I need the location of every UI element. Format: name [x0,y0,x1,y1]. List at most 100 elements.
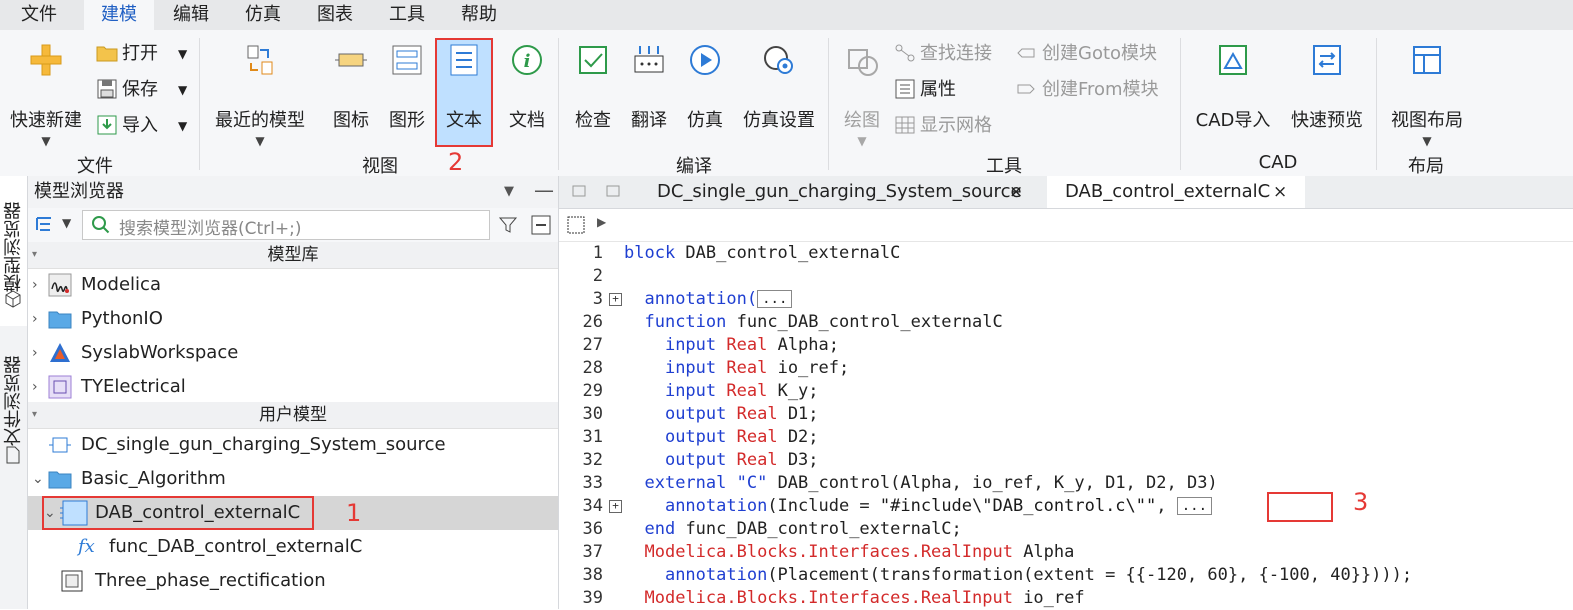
file-icon [6,446,20,464]
code-line: 34 + annotation(Include = "#include\"DAB_… [559,495,1573,518]
forward-icon[interactable] [605,184,621,200]
close-icon[interactable]: × [1009,176,1023,208]
chevron-down-icon[interactable]: ⌄ [32,462,44,496]
simulate-button[interactable]: 仿真 [680,42,730,152]
menu-modeling[interactable]: 建模 [84,0,154,30]
section-collapse-icon[interactable]: ▾ [32,402,37,428]
properties-icon [895,79,915,99]
section-collapse-icon[interactable]: ▾ [32,242,37,268]
menu-simulation[interactable]: 仿真 [232,0,294,30]
code-line: 31 output Real D2; [582,427,819,447]
expand-icon[interactable]: + [609,293,622,306]
tree-item-label: SyslabWorkspace [81,342,239,363]
group-cad-label: CAD [1258,152,1298,173]
tree-item-basic-algorithm[interactable]: ⌄ Basic_Algorithm [28,462,558,496]
tab-dc-single-gun[interactable]: DC_single_gun_charging_System_source × [639,176,1033,208]
show-grid-button[interactable]: 显示网格 [894,112,1014,140]
folder-icon [48,471,72,489]
code-line: 37 Modelica.Blocks.Interfaces.RealInput … [582,542,1075,562]
collapse-all-icon[interactable] [530,214,552,236]
breadcrumb: ▶ [559,209,1573,242]
section-model-library-label: 模型库 [267,245,319,265]
tree-item-label: PythonIO [81,308,163,329]
tree-item-syslabworkspace[interactable]: › SyslabWorkspace [28,336,558,370]
find-connection-button[interactable]: 查找连接 [894,40,1014,68]
view-layout-button[interactable]: 视图布局 ▼ [1384,42,1470,152]
properties-button[interactable]: 属性 [894,76,994,104]
code-line: 29 input Real K_y; [582,381,819,401]
check-button[interactable]: 检查 [568,42,618,152]
diagram-view-icon [392,45,422,75]
menu-help[interactable]: 帮助 [448,0,510,30]
recent-models-button[interactable]: 最近的模型 ▼ [210,42,310,152]
quick-preview-button[interactable]: 快速预览 [1284,42,1370,152]
tree-view-icon[interactable] [34,215,56,235]
tree-item-three-phase[interactable]: Three_phase_rectification [28,564,558,598]
menu-file[interactable]: 文件 [0,0,78,30]
side-tab-model-browser[interactable]: 模型浏览器 [0,192,27,292]
goto-icon [1017,48,1035,58]
expand-icon[interactable]: + [609,500,622,513]
side-tabs: 模型浏览器 文件浏览器 [0,176,28,609]
tab-dab-control[interactable]: DAB_control_externalC × [1047,176,1305,208]
menu-edit[interactable]: 编辑 [160,0,222,30]
sim-settings-button[interactable]: 仿真设置 [738,42,820,152]
tab-label: DC_single_gun_charging_System_source [657,181,1022,202]
code-line: 3 + annotation(... [559,288,1573,311]
chevron-down-icon[interactable]: ▼ [62,216,71,230]
open-button[interactable]: 打开 ▼ [96,40,196,68]
chevron-down-icon: ▼ [857,134,867,148]
tree-item-func-dab-control[interactable]: fx func_DAB_control_externalC [28,530,558,564]
svg-text:i: i [524,51,531,72]
gear-icon [764,46,793,74]
collapsed-annotation[interactable]: ... [757,290,793,308]
icon-view-button[interactable]: 图标 [326,42,376,152]
cad-import-button[interactable]: CAD导入 [1190,42,1276,152]
model-search-input[interactable]: 搜索模型浏览器(Ctrl+;) [82,210,490,240]
tree-item-modelica[interactable]: › Modelica [28,268,558,302]
back-icon[interactable] [571,184,587,200]
package-icon [61,570,83,592]
chevron-right-icon[interactable]: › [32,370,38,404]
tree-item-pythonio[interactable]: › PythonIO [28,302,558,336]
tree-item-dc-single-gun[interactable]: DC_single_gun_charging_System_source [28,428,558,462]
menu-tools[interactable]: 工具 [376,0,438,30]
annotation-label-3: 3 [1353,488,1369,516]
side-tab-file-browser[interactable]: 文件浏览器 [0,346,27,446]
doc-view-button[interactable]: i 文档 [502,42,552,152]
section-model-library: ▾ 模型库 [28,242,558,269]
code-line: 26 function func_DAB_control_externalC [582,312,1003,332]
code-line: 32 output Real D3; [582,450,819,470]
menu-charts[interactable]: 图表 [304,0,366,30]
section-user-models: ▾ 用户模型 [28,402,558,429]
import-icon [97,115,117,135]
minimize-icon[interactable]: — [534,174,554,206]
translate-label: 翻译 [631,110,667,131]
model-browser-panel: 模型浏览器 ▼ — ▼ 搜索模型浏览器(Ctrl+;) ▾ 模型库 › Mode… [28,176,559,609]
translate-button[interactable]: 翻译 [624,42,674,152]
dropdown-icon[interactable]: ▼ [504,176,514,208]
chevron-down-icon: ▼ [178,83,188,97]
chevron-right-icon[interactable]: › [32,336,38,370]
save-button[interactable]: 保存 ▼ [96,76,196,104]
chevron-right-icon[interactable]: › [32,268,38,302]
collapsed-annotation[interactable]: ... [1176,497,1213,515]
chevron-right-icon[interactable]: ▶ [597,215,606,229]
tree-item-tyelectrical[interactable]: › TYElectrical [28,370,558,404]
diagram-view-button[interactable]: 图形 [382,42,432,152]
filter-icon[interactable] [498,215,518,235]
chevron-right-icon[interactable]: › [32,302,38,336]
import-button[interactable]: 导入 ▼ [96,112,196,140]
icon-view-icon [335,53,367,67]
menu-bar: 文件 建模 编辑 仿真 图表 工具 帮助 [0,0,1573,30]
group-view-label: 视图 [362,156,398,177]
close-icon[interactable]: × [1273,176,1287,208]
separator [828,38,829,170]
create-from-button[interactable]: 创建From模块 [1016,76,1176,104]
code-line: 38 annotation(Placement(transformation(e… [582,565,1413,585]
tree-item-label: DC_single_gun_charging_System_source [81,434,446,455]
create-goto-button[interactable]: 创建Goto模块 [1016,40,1176,68]
draw-button[interactable]: 绘图 ▼ [838,42,886,152]
quick-new-button[interactable]: 快速新建 ▼ [6,42,86,152]
recent-models-label: 最近的模型 [215,110,305,131]
